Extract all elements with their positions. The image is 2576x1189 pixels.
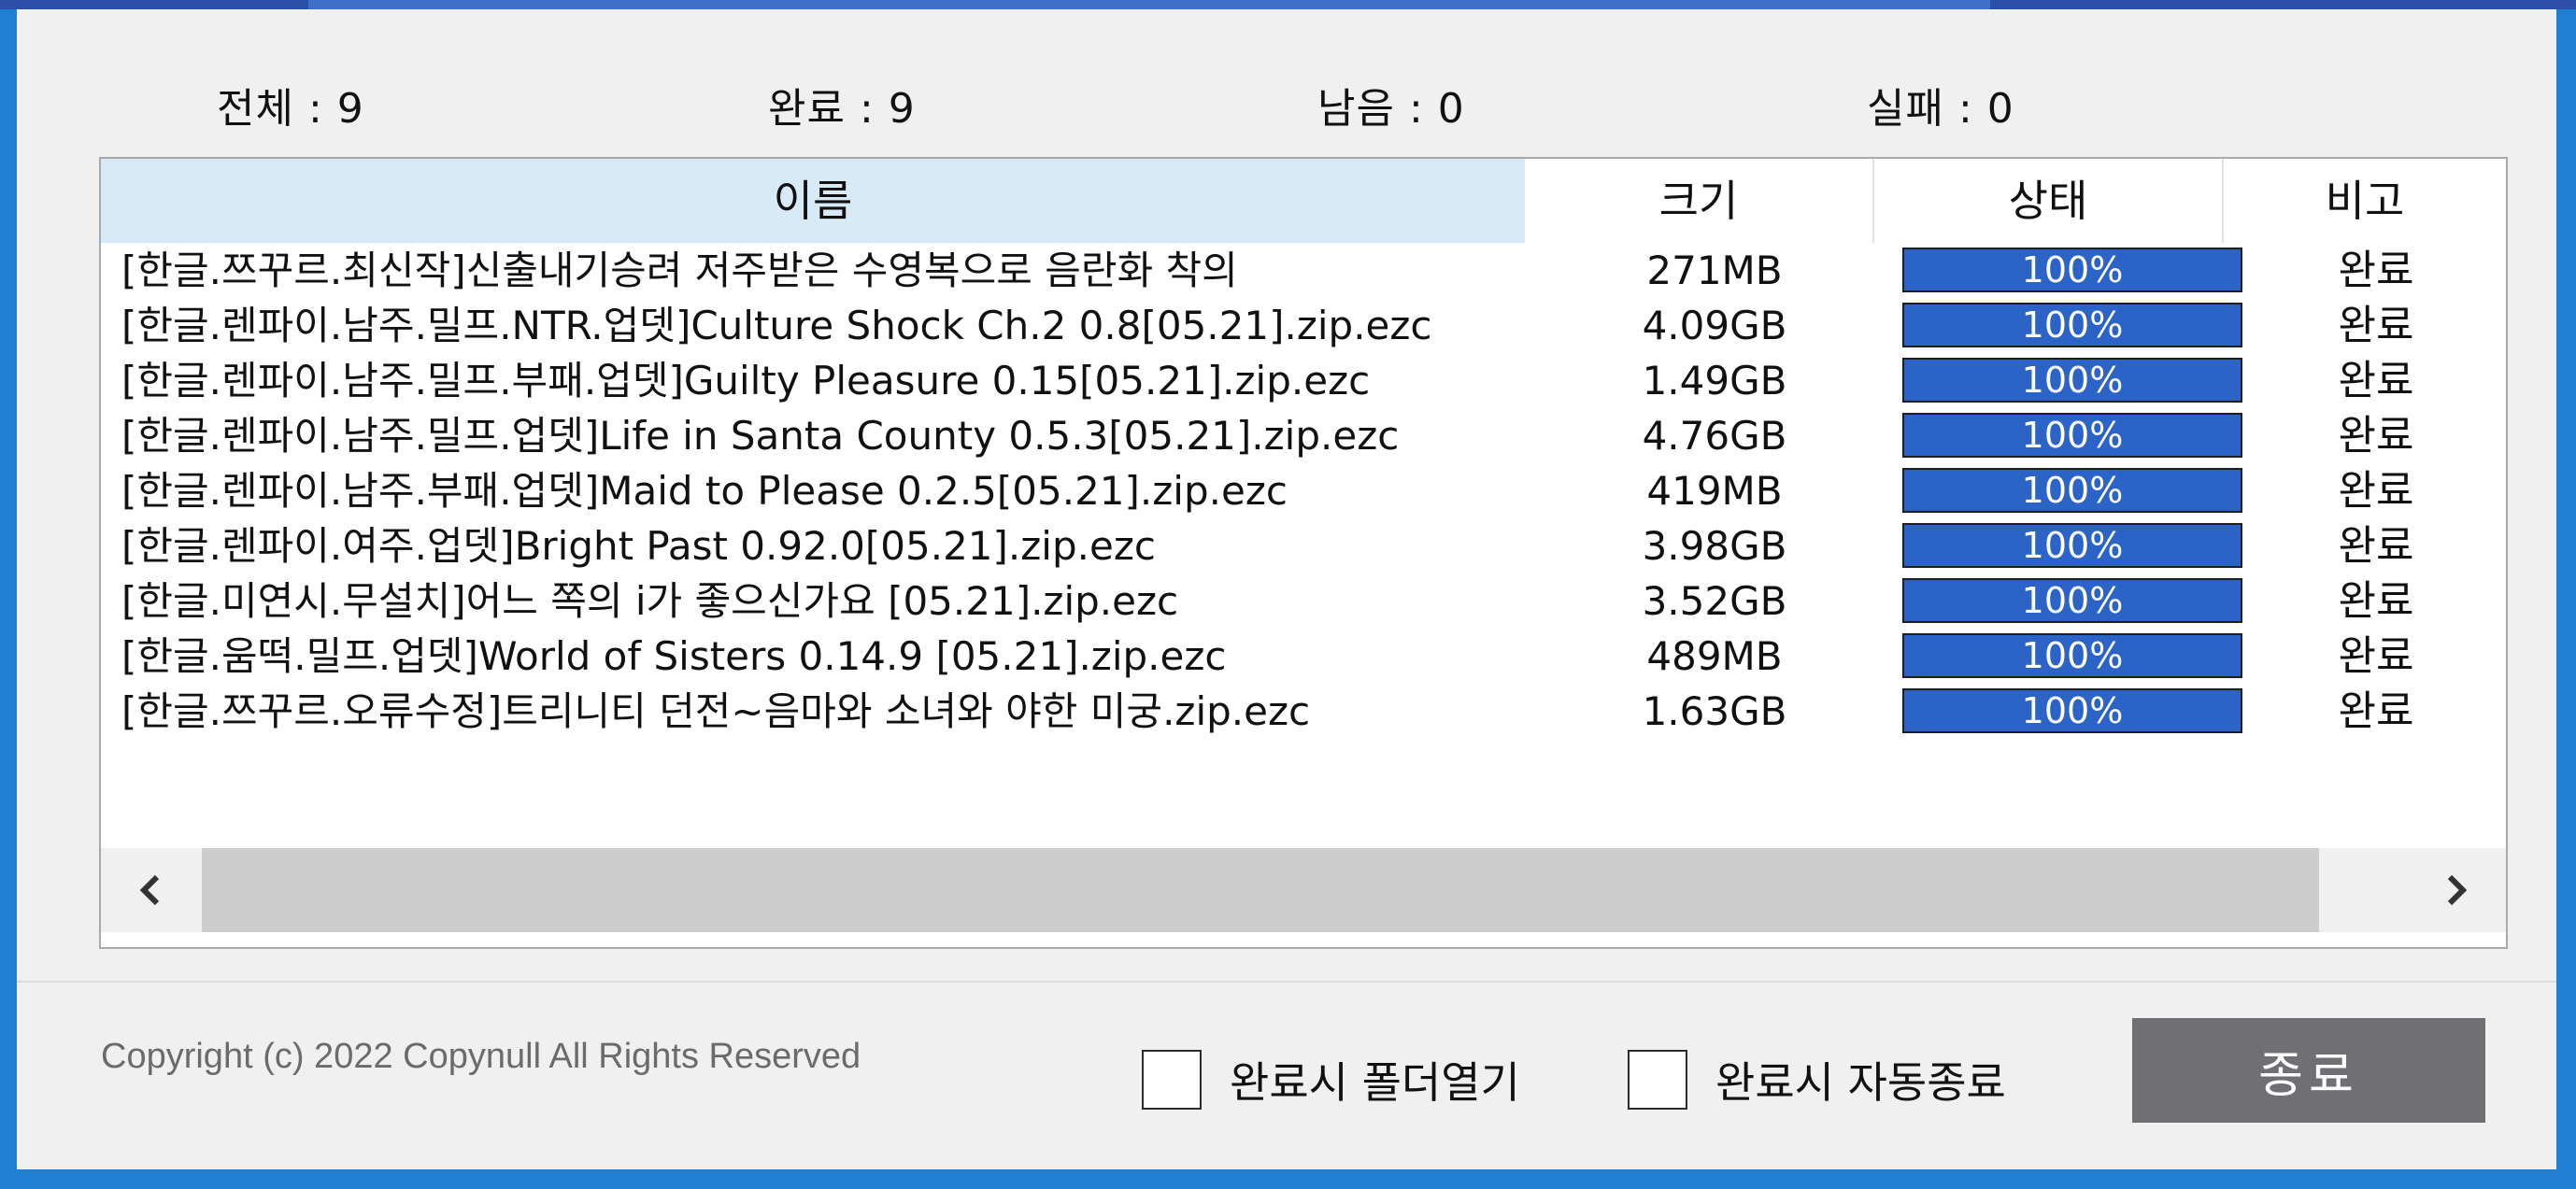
file-size: 4.76GB — [1642, 413, 1787, 459]
copyright-text: Copyright (c) 2022 Copynull All Rights R… — [101, 1037, 861, 1076]
exit-button[interactable]: 종료 — [2132, 1018, 2485, 1123]
progress-bar: 100% — [1902, 688, 2242, 733]
file-name: [한글.쯔꾸르.최신작]신출내기승려 저주받은 수영복으로 음란화 착의 — [121, 248, 1238, 293]
progress-text: 100% — [2021, 249, 2124, 290]
scrollbar-thumb[interactable] — [202, 848, 2319, 932]
file-size: 3.52GB — [1642, 578, 1787, 624]
status-note: 완료 — [2338, 522, 2414, 570]
auto-exit-checkbox[interactable]: 완료시 자동종료 — [1628, 1044, 2006, 1115]
progress-text: 100% — [2021, 580, 2124, 621]
open-folder-checkbox[interactable]: 완료시 폴더열기 — [1142, 1044, 1520, 1115]
progress-text: 100% — [2021, 470, 2124, 511]
progress-text: 100% — [2021, 415, 2124, 456]
table-row[interactable]: [한글.미연시.무설치]어느 쪽의 i가 좋으신가요 [05.21].zip.e… — [101, 573, 2506, 629]
table-row[interactable]: [한글.쯔꾸르.오류수정]트리니티 던전~음마와 소녀와 야한 미궁.zip.e… — [101, 684, 2506, 739]
column-header-name[interactable]: 이름 — [101, 159, 1525, 243]
file-name: [한글.렌파이.여주.업뎃]Bright Past 0.92.0[05.21].… — [121, 523, 1156, 569]
file-size: 1.63GB — [1642, 688, 1787, 734]
progress-bar: 100% — [1902, 578, 2242, 623]
remaining-count: 남음 : 0 — [1317, 85, 1465, 133]
table-row[interactable]: [한글.렌파이.남주.밀프.NTR.업뎃]Culture Shock Ch.2 … — [101, 298, 2506, 353]
column-header-size[interactable]: 크기 — [1525, 159, 1872, 243]
progress-text: 100% — [2021, 360, 2124, 401]
table-row[interactable]: [한글.쯔꾸르.최신작]신출내기승려 저주받은 수영복으로 음란화 착의 271M… — [101, 243, 2506, 298]
file-name: [한글.움떡.밀프.업뎃]World of Sisters 0.14.9 [05… — [121, 633, 1227, 679]
title-bar-segment — [0, 0, 308, 9]
file-name: [한글.미연시.무설치]어느 쪽의 i가 좋으신가요 [05.21].zip.e… — [121, 578, 1179, 624]
progress-text: 100% — [2021, 525, 2124, 566]
file-size: 271MB — [1646, 248, 1783, 293]
footer-divider — [17, 981, 2556, 983]
file-size: 1.49GB — [1642, 358, 1787, 403]
table-row[interactable]: [한글.렌파이.남주.부패.업뎃]Maid to Please 0.2.5[05… — [101, 463, 2506, 518]
table-row[interactable]: [한글.렌파이.여주.업뎃]Bright Past 0.92.0[05.21].… — [101, 518, 2506, 573]
file-size: 4.09GB — [1642, 303, 1787, 348]
list-header: 이름 크기 상태 비고 — [101, 159, 2506, 243]
table-row[interactable]: [한글.움떡.밀프.업뎃]World of Sisters 0.14.9 [05… — [101, 629, 2506, 684]
file-size: 3.98GB — [1642, 523, 1787, 569]
file-name: [한글.렌파이.남주.부패.업뎃]Maid to Please 0.2.5[05… — [121, 468, 1288, 514]
progress-bar: 100% — [1902, 248, 2242, 292]
file-name: [한글.렌파이.남주.밀프.업뎃]Life in Santa County 0.… — [121, 413, 1400, 459]
horizontal-scrollbar[interactable] — [101, 848, 2506, 932]
file-size: 419MB — [1646, 468, 1783, 514]
checkbox-box[interactable] — [1628, 1050, 1687, 1110]
summary-counts: 전체 : 9 완료 : 9 남음 : 0 실패 : 0 — [17, 75, 2556, 133]
checkbox-box[interactable] — [1142, 1050, 1202, 1110]
title-bar-strip — [0, 0, 2576, 9]
progress-bar: 100% — [1902, 523, 2242, 568]
open-folder-label[interactable]: 완료시 폴더열기 — [1230, 1049, 1520, 1111]
progress-bar: 100% — [1902, 413, 2242, 458]
progress-text: 100% — [2021, 690, 2124, 731]
table-row[interactable]: [한글.렌파이.남주.밀프.부패.업뎃]Guilty Pleasure 0.15… — [101, 353, 2506, 408]
progress-bar: 100% — [1902, 303, 2242, 347]
progress-text: 100% — [2021, 635, 2124, 676]
progress-bar: 100% — [1902, 468, 2242, 513]
status-note: 완료 — [2338, 467, 2414, 515]
status-note: 완료 — [2338, 577, 2414, 625]
chevron-left-icon[interactable] — [101, 848, 202, 932]
failed-count: 실패 : 0 — [1867, 85, 2014, 133]
download-list[interactable]: 이름 크기 상태 비고 [한글.쯔꾸르.최신작]신출내기승려 저주받은 수영복으… — [99, 157, 2508, 949]
file-name: [한글.쯔꾸르.오류수정]트리니티 던전~음마와 소녀와 야한 미궁.zip.e… — [121, 688, 1311, 734]
column-header-status[interactable]: 상태 — [1874, 159, 2222, 243]
status-note: 완료 — [2338, 687, 2414, 735]
column-header-note[interactable]: 비고 — [2224, 159, 2506, 243]
status-note: 완료 — [2338, 247, 2414, 294]
progress-text: 100% — [2021, 304, 2124, 346]
table-row[interactable]: [한글.렌파이.남주.밀프.업뎃]Life in Santa County 0.… — [101, 408, 2506, 463]
progress-bar: 100% — [1902, 358, 2242, 403]
title-bar-segment — [1990, 0, 2576, 9]
status-note: 완료 — [2338, 302, 2414, 349]
status-note: 완료 — [2338, 357, 2414, 404]
status-note: 완료 — [2338, 632, 2414, 680]
file-size: 489MB — [1646, 633, 1783, 679]
auto-exit-label[interactable]: 완료시 자동종료 — [1715, 1049, 2006, 1111]
chevron-right-icon[interactable] — [2405, 848, 2506, 932]
completed-count: 완료 : 9 — [768, 85, 916, 133]
total-count: 전체 : 9 — [217, 85, 364, 133]
status-note: 완료 — [2338, 412, 2414, 460]
downloader-window: 전체 : 9 완료 : 9 남음 : 0 실패 : 0 이름 크기 상태 비고 … — [17, 9, 2556, 1169]
file-name: [한글.렌파이.남주.밀프.부패.업뎃]Guilty Pleasure 0.15… — [121, 358, 1371, 403]
progress-bar: 100% — [1902, 633, 2242, 678]
file-name: [한글.렌파이.남주.밀프.NTR.업뎃]Culture Shock Ch.2 … — [121, 303, 1432, 348]
